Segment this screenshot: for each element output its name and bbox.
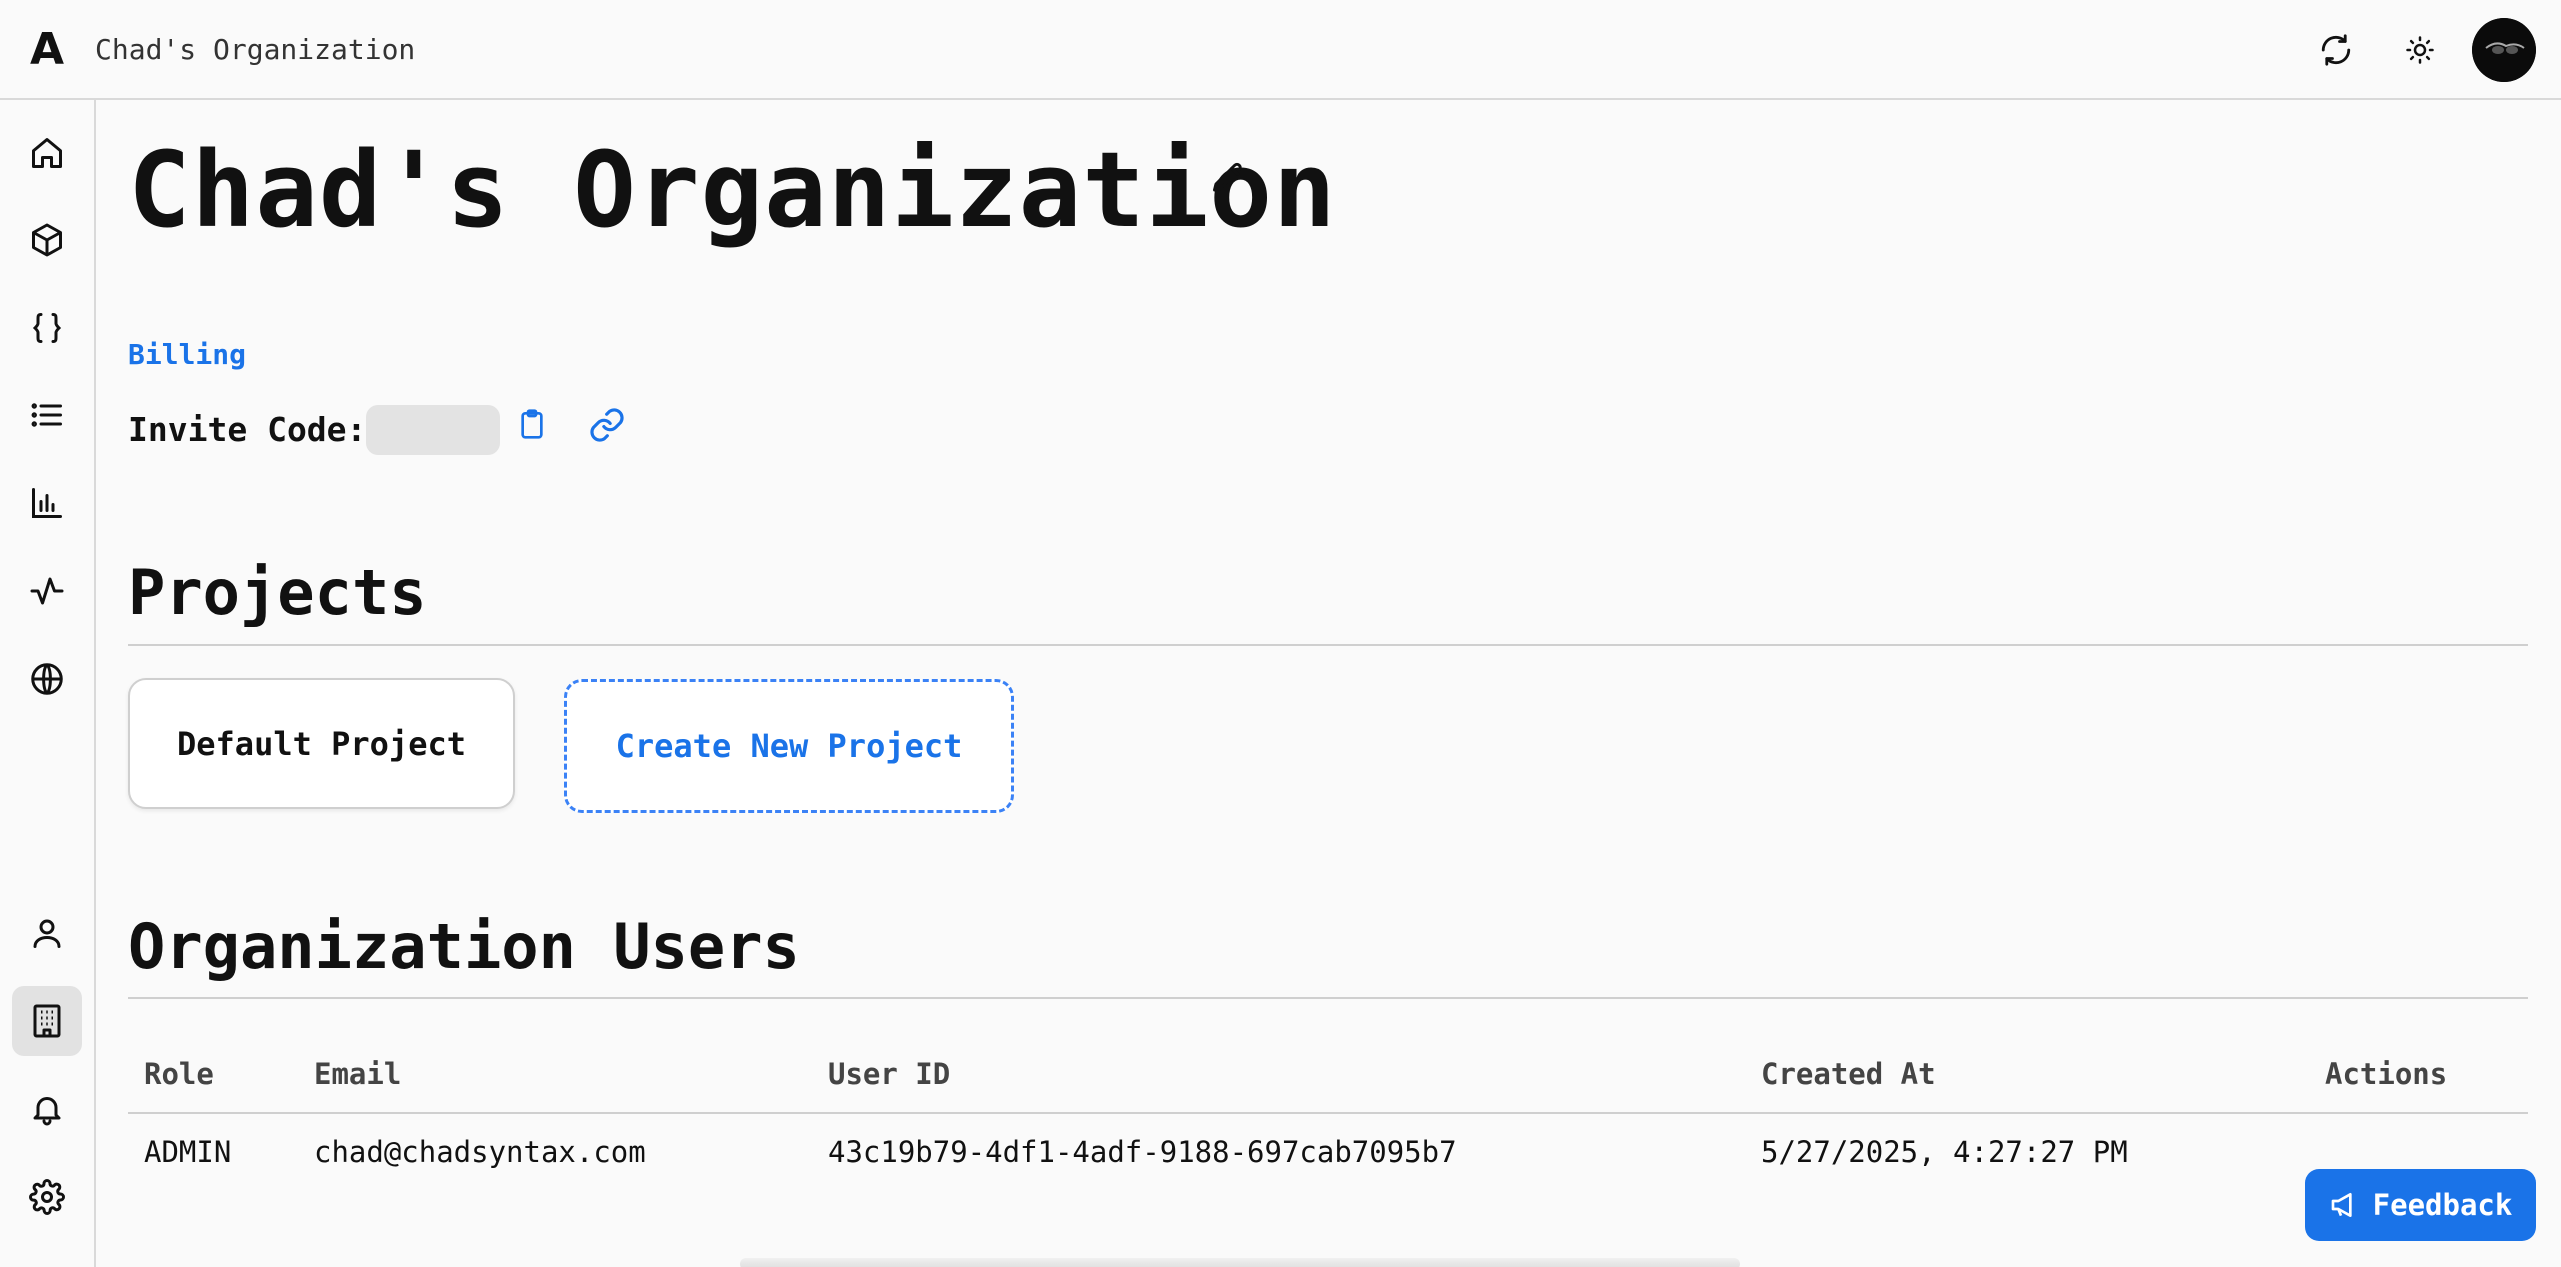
avatar[interactable] [2472,18,2536,82]
cell-created-at: 5/27/2025, 4:27:27 PM [1761,1135,2128,1169]
app-logo[interactable]: A [30,28,68,72]
create-project-button[interactable]: Create New Project [564,679,1014,813]
user-icon [33,919,61,948]
bell-icon [33,1097,61,1126]
gear-icon [29,1179,65,1215]
building-icon [33,1004,61,1038]
link-icon[interactable] [588,406,628,446]
invite-code-value [366,405,500,455]
cell-user-id: 43c19b79-4df1-4adf-9188-697cab7095b7 [828,1135,1457,1169]
refresh-icon[interactable] [2316,30,2356,70]
megaphone-icon [2331,1193,2352,1217]
sidebar-item-web[interactable] [12,644,82,714]
bar-chart-icon [32,488,62,518]
sidebar-item-notifications[interactable] [12,1074,82,1144]
sidebar-item-models[interactable] [12,205,82,275]
sidebar-item-code[interactable] [12,293,82,363]
sun-icon[interactable] [2400,30,2440,70]
org-breadcrumb[interactable]: Chad's Organization [95,33,415,66]
column-header-email[interactable]: Email [314,1057,401,1091]
column-header-user-id[interactable]: User ID [828,1057,950,1091]
table-header-divider [128,1112,2528,1114]
users-heading: Organization Users [128,910,800,983]
column-header-role[interactable]: Role [144,1057,214,1091]
top-bar: A Chad's Organization [0,0,2561,100]
home-icon [32,138,62,168]
edit-pencil-icon[interactable] [1210,160,1246,196]
sidebar-item-activity[interactable] [12,556,82,626]
feedback-button[interactable]: Feedback [2305,1169,2536,1241]
activity-icon [30,577,64,605]
list-icon [31,403,62,427]
sidebar-item-list[interactable] [12,380,82,450]
sidebar-item-organization[interactable] [12,986,82,1056]
cell-email: chad@chadsyntax.com [314,1135,646,1169]
projects-heading: Projects [128,556,427,629]
horizontal-scrollbar[interactable] [740,1258,1740,1267]
sidebar-item-analytics[interactable] [12,468,82,538]
sidebar [0,100,96,1267]
sidebar-item-home[interactable] [12,118,82,188]
sidebar-item-profile[interactable] [12,898,82,968]
braces-icon [32,313,62,343]
project-card[interactable]: Default Project [128,678,515,809]
sidebar-item-settings[interactable] [12,1162,82,1232]
feedback-label: Feedback [2372,1188,2513,1222]
column-header-actions: Actions [2325,1057,2448,1091]
invite-code-label: Invite Code: [128,410,367,449]
projects-divider [128,644,2528,646]
clipboard-icon[interactable] [516,406,552,442]
page-title: Chad's Organization [128,129,1337,251]
globe-icon [31,663,63,695]
cell-role: ADMIN [144,1135,232,1169]
cube-icon [32,223,62,257]
column-header-created-at[interactable]: Created At [1761,1057,1936,1091]
billing-link[interactable]: Billing [128,338,246,371]
users-divider [128,997,2528,999]
